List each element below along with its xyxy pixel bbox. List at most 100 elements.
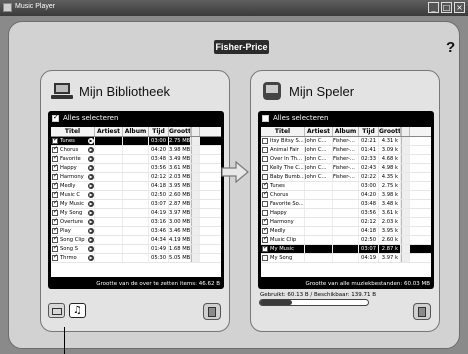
play-icon[interactable]: ▶ [88,210,94,216]
transfer-arrow-icon[interactable] [220,160,250,184]
table-row[interactable]: My Song ▶ 04:193.97 MB [51,209,221,218]
table-row[interactable]: Happy ▶ 03:563.61 MB [51,164,221,173]
minimize-button[interactable]: _ [428,2,439,13]
table-row[interactable]: Baby Bumb... John C... Fisher-... 02:22 4.35… [261,173,431,182]
row-checkbox[interactable] [52,200,58,207]
column-header-album[interactable]: Album [333,127,359,136]
row-checkbox[interactable] [52,209,58,216]
column-header-album[interactable]: Album [123,127,149,136]
column-header-grootte[interactable]: Grootte [379,127,401,136]
row-checkbox[interactable] [262,156,268,162]
row-checkbox[interactable] [52,146,58,153]
library-delete-button[interactable] [203,303,221,320]
player-select-all[interactable]: Alles selecteren [262,114,328,122]
row-title-cell: Music Clip [261,236,305,244]
table-row[interactable]: Music Clip 02:502.60 k [261,236,431,245]
table-row[interactable]: Chorus 04:203.98 k [261,191,431,200]
row-checkbox[interactable] [52,218,58,225]
play-icon[interactable]: ▶ [88,156,94,162]
row-checkbox[interactable] [52,236,58,243]
table-row[interactable]: Over In Th... John C... Fisher-... 02:33 4.6… [261,155,431,164]
table-row[interactable]: Harmony ▶ 02:122.03 MB [51,173,221,182]
row-album [333,218,359,226]
table-row[interactable]: My Song 04:19 3.97 k [261,254,431,263]
row-checkbox[interactable] [52,155,58,162]
column-header-artiest[interactable]: Artiest [305,127,333,136]
play-icon[interactable]: ▶ [88,255,94,261]
table-row[interactable]: Harmony 02:122.03 k [261,218,431,227]
play-icon[interactable]: ▶ [88,219,94,225]
row-checkbox[interactable] [52,173,58,180]
play-icon[interactable]: ▶ [88,147,94,153]
table-row[interactable]: Chorus ▶ 04:203.98 MB [51,146,221,155]
table-row[interactable]: Tunes 03:002.75 k [261,182,431,191]
row-checkbox[interactable] [262,165,268,171]
row-checkbox[interactable] [262,174,268,180]
maximize-button[interactable]: □ [441,2,452,13]
play-icon[interactable]: ▶ [88,228,94,234]
column-header-grootte[interactable]: Grootte [169,127,191,136]
row-checkbox[interactable] [262,182,268,189]
table-row[interactable]: Music C ▶ 02:502.60 MB [51,191,221,200]
row-checkbox[interactable] [262,138,268,144]
row-checkbox[interactable] [262,147,268,153]
row-checkbox[interactable] [262,236,268,243]
table-row[interactable]: Favorite So... 03:48 3.48 k [261,200,431,209]
row-checkbox[interactable] [262,227,268,234]
row-checkbox[interactable] [52,191,58,198]
play-icon[interactable]: ▶ [88,183,94,189]
table-row[interactable]: Medly ▶ 04:183.95 MB [51,182,221,191]
column-header-titel[interactable]: Titel [51,127,95,136]
column-header-titel[interactable]: Titel [261,127,305,136]
row-checkbox[interactable] [262,201,268,207]
play-icon[interactable]: ▶ [88,246,94,252]
play-icon[interactable]: ▶ [88,174,94,180]
row-checkbox[interactable] [52,227,58,234]
row-checkbox[interactable] [52,245,58,252]
table-row[interactable]: My Music 03:072.87 k [261,245,431,254]
column-header-tijd[interactable]: Tijd [359,127,379,136]
table-row[interactable]: Happy 03:56 3.61 k [261,209,431,218]
table-row[interactable]: Song Clip▶ 04:344.19 MB [51,236,221,245]
row-checkbox[interactable] [262,255,268,261]
play-icon[interactable]: ▶ [88,201,94,207]
close-button[interactable]: × [454,2,465,13]
row-scroll-gutter [401,137,410,145]
player-select-all-checkbox[interactable] [262,114,269,122]
row-checkbox[interactable] [52,254,58,261]
row-scroll-gutter [191,218,200,226]
table-row[interactable]: Medly 04:183.95 k [261,227,431,236]
library-scrollbar[interactable] [191,127,200,136]
table-row[interactable]: Favorite ▶ 03:483.49 MB [51,155,221,164]
play-icon[interactable]: ▶ [88,192,94,198]
play-icon[interactable]: ▶ [88,138,94,144]
table-row[interactable]: Kelly The C... John C... Fisher-... 02:43 4.… [261,164,431,173]
table-row[interactable]: Song S ▶ 01:491.68 MB [51,245,221,254]
music-button[interactable]: ♫ [69,303,86,318]
table-row[interactable]: Overture ▶ 03:163.00 MB [51,218,221,227]
column-header-tijd[interactable]: Tijd [149,127,169,136]
row-checkbox[interactable] [52,137,58,144]
table-row[interactable]: Thrmo ▶ 05:305.05 MB [51,254,221,263]
table-row[interactable]: Tunes ▶ 03:002.75 MB [51,137,221,146]
play-icon[interactable]: ▶ [88,165,94,171]
play-icon[interactable]: ▶ [88,237,94,243]
library-select-all-checkbox[interactable] [52,113,59,122]
table-row[interactable]: My Music ▶ 03:072.87 MB [51,200,221,209]
player-delete-button[interactable] [413,303,431,320]
player-scrollbar[interactable] [401,127,410,136]
row-checkbox[interactable] [52,164,58,171]
row-checkbox[interactable] [262,191,268,198]
row-checkbox[interactable] [52,182,58,189]
row-checkbox[interactable] [262,210,268,216]
table-row[interactable]: Itsy Bitsy S... John C... Fisher-... 02:21 4… [261,137,431,146]
help-button[interactable]: ? [446,39,455,56]
open-folder-button[interactable] [48,303,65,318]
table-row[interactable]: Play ▶ 03:463.46 MB [51,227,221,236]
window-title: Music Player [15,3,56,10]
library-select-all[interactable]: Alles selecteren [52,113,118,122]
row-checkbox[interactable] [262,245,268,252]
row-checkbox[interactable] [262,218,268,225]
column-header-artiest[interactable]: Artiest [95,127,123,136]
table-row[interactable]: Animal Fair John C... Fisher-... 01:41 3.09 … [261,146,431,155]
